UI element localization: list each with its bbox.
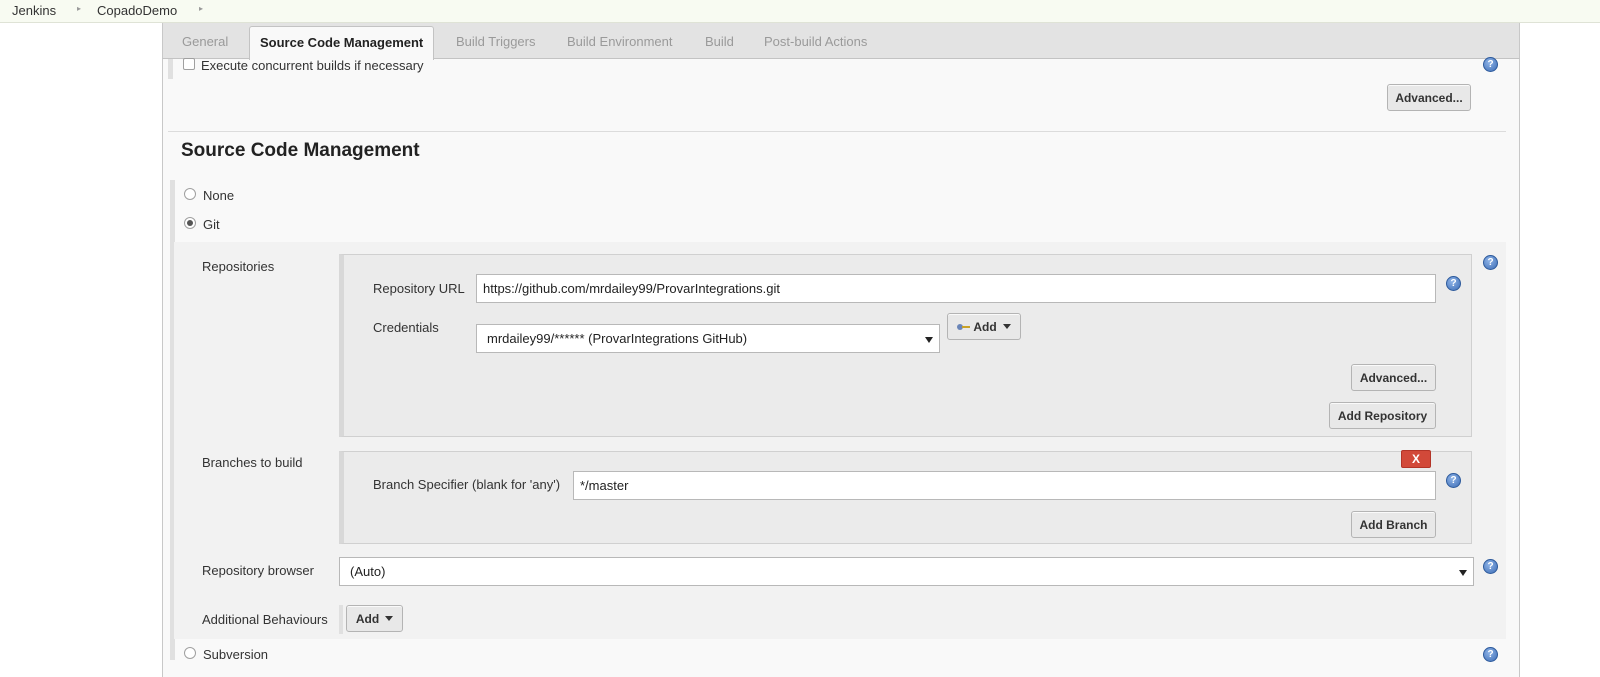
repository-browser-selected-value: (Auto): [350, 564, 386, 579]
tab-general[interactable]: General: [182, 34, 228, 49]
breadcrumb-item-project[interactable]: CopadoDemo: [97, 3, 177, 18]
credentials-selected-value: mrdailey99/****** (ProvarIntegrations Gi…: [487, 331, 748, 346]
scm-none-label: None: [203, 188, 235, 203]
tab-build-triggers[interactable]: Build Triggers: [456, 34, 535, 49]
tab-post-build-actions[interactable]: Post-build Actions: [764, 34, 867, 49]
caret-down-icon: [385, 616, 394, 621]
scm-subversion-label: Subversion: [203, 647, 269, 662]
add-repository-button[interactable]: Add Repository: [1329, 402, 1436, 429]
repository-url-input[interactable]: [476, 274, 1436, 303]
chevron-down-icon: [925, 337, 933, 343]
add-behaviour-button[interactable]: Add: [346, 605, 403, 632]
help-icon[interactable]: ?: [1483, 559, 1498, 574]
scm-git-label: Git: [203, 217, 220, 232]
delete-branch-button[interactable]: X: [1401, 450, 1431, 468]
help-icon[interactable]: ?: [1446, 473, 1461, 488]
repository-url-label: Repository URL: [373, 281, 465, 296]
section-rail: [168, 59, 173, 79]
add-branch-button[interactable]: Add Branch: [1351, 511, 1436, 538]
scm-none-radio[interactable]: [184, 188, 196, 200]
help-icon[interactable]: ?: [1483, 647, 1498, 662]
breadcrumb: Jenkins ▸ CopadoDemo ▸: [0, 0, 1600, 23]
page-title: Source Code Management: [181, 140, 420, 161]
chevron-down-icon: [1459, 570, 1467, 576]
credentials-label: Credentials: [373, 320, 439, 335]
add-credentials-button[interactable]: Add: [947, 313, 1021, 340]
branches-label: Branches to build: [202, 455, 303, 470]
branch-specifier-input[interactable]: [573, 471, 1436, 500]
config-tabbar: General Source Code Management Build Tri…: [162, 23, 1520, 60]
credentials-select[interactable]: mrdailey99/****** (ProvarIntegrations Gi…: [476, 324, 940, 353]
help-icon[interactable]: ?: [1483, 255, 1498, 270]
add-behaviour-label: Add: [355, 611, 380, 626]
tab-source-code-management[interactable]: Source Code Management: [249, 26, 435, 60]
add-credentials-label: Add: [973, 319, 997, 334]
behaviours-rail: [339, 605, 343, 634]
concurrent-builds-label: Execute concurrent builds if necessary: [201, 58, 424, 73]
key-icon: [957, 323, 971, 331]
tab-build-environment[interactable]: Build Environment: [567, 34, 673, 49]
section-divider: [168, 131, 1506, 132]
general-advanced-button[interactable]: Advanced...: [1387, 84, 1471, 111]
scm-subversion-radio[interactable]: [184, 647, 196, 659]
concurrent-builds-checkbox[interactable]: [183, 58, 195, 70]
repository-browser-label: Repository browser: [202, 563, 314, 578]
caret-down-icon: [1002, 324, 1011, 329]
repository-advanced-button[interactable]: Advanced...: [1351, 364, 1436, 391]
repository-browser-select[interactable]: (Auto): [339, 557, 1474, 586]
scm-git-radio[interactable]: [184, 217, 196, 229]
tab-build[interactable]: Build: [705, 34, 734, 49]
help-icon[interactable]: ?: [1446, 276, 1461, 291]
branch-specifier-label: Branch Specifier (blank for 'any'): [373, 477, 561, 492]
repositories-label: Repositories: [202, 259, 275, 274]
help-icon[interactable]: ?: [1483, 57, 1498, 72]
chevron-right-icon[interactable]: ▸: [77, 4, 81, 13]
chevron-right-icon[interactable]: ▸: [199, 4, 203, 13]
breadcrumb-item-jenkins[interactable]: Jenkins: [12, 3, 56, 18]
additional-behaviours-label: Additional Behaviours: [202, 612, 328, 627]
